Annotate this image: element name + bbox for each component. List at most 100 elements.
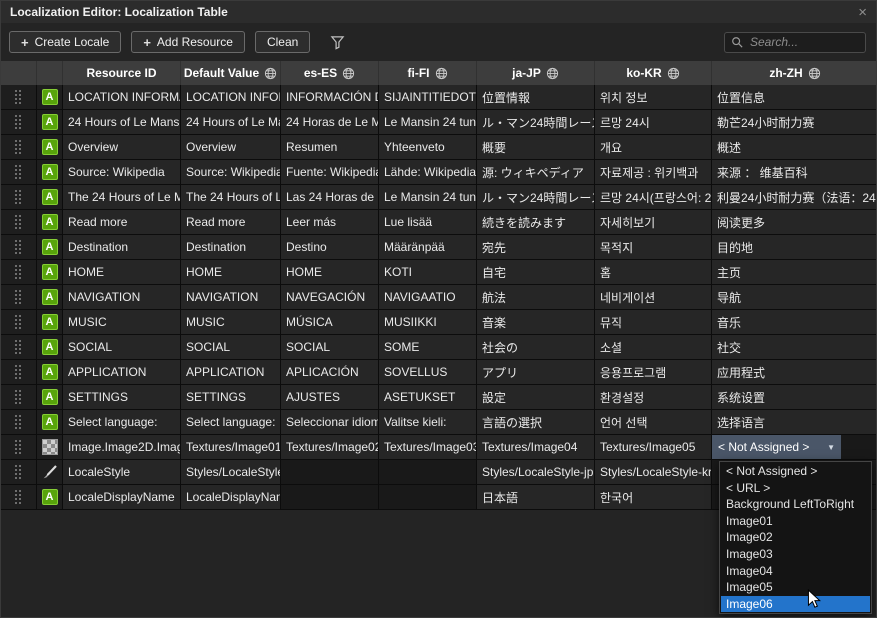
cell-translation[interactable]: 位置信息: [712, 85, 877, 110]
cell-translation[interactable]: NAVIGAATIO: [379, 285, 477, 310]
cell-translation[interactable]: 社交: [712, 335, 877, 360]
cell-translation[interactable]: SIJAINTITIEDOT: [379, 85, 477, 110]
cell-translation[interactable]: 应用程式: [712, 360, 877, 385]
row-drag-handle[interactable]: [1, 135, 37, 160]
search-input[interactable]: [748, 34, 859, 50]
cell-translation[interactable]: Styles/LocaleStyle-jp: [477, 460, 595, 485]
row-drag-handle[interactable]: [1, 235, 37, 260]
cell-translation[interactable]: SOVELLUS: [379, 360, 477, 385]
cell-translation[interactable]: Destino: [281, 235, 379, 260]
cell-translation[interactable]: Select language:: [181, 410, 281, 435]
cell-translation[interactable]: 概述: [712, 135, 877, 160]
cell-translation[interactable]: 宛先: [477, 235, 595, 260]
cell-translation[interactable]: SOCIAL: [181, 335, 281, 360]
row-drag-handle[interactable]: [1, 485, 37, 510]
cell-translation[interactable]: Fuente: Wikipedia: [281, 160, 379, 185]
row-drag-handle[interactable]: [1, 210, 37, 235]
cell-resource-id[interactable]: Source: Wikipedia: [63, 160, 181, 185]
row-drag-handle[interactable]: [1, 410, 37, 435]
cell-translation[interactable]: Las 24 Horas de Le Mans: [281, 185, 379, 210]
row-drag-handle[interactable]: [1, 185, 37, 210]
cell-translation[interactable]: 24 Horas de Le Mans: [281, 110, 379, 135]
cell-translation[interactable]: Textures/Image05: [595, 435, 712, 460]
cell-translation[interactable]: 主页: [712, 260, 877, 285]
column-header-zh-zh[interactable]: zh-ZH: [712, 61, 877, 85]
dropdown-option[interactable]: Image06: [721, 596, 870, 613]
cell-translation[interactable]: Textures/Image01: [181, 435, 281, 460]
cell-translation[interactable]: 続きを読みます: [477, 210, 595, 235]
cell-resource-id[interactable]: HOME: [63, 260, 181, 285]
dropdown-option[interactable]: Image02: [721, 529, 870, 546]
cell-translation[interactable]: MÚSICA: [281, 310, 379, 335]
row-drag-handle[interactable]: [1, 285, 37, 310]
cell-translation[interactable]: SETTINGS: [181, 385, 281, 410]
cell-translation[interactable]: 한국어: [595, 485, 712, 510]
cell-resource-id[interactable]: Image.Image2D.ImageSource: [63, 435, 181, 460]
filter-button[interactable]: [330, 35, 345, 50]
close-icon[interactable]: ×: [858, 5, 867, 20]
cell-translation[interactable]: 勒芒24小时耐力赛: [712, 110, 877, 135]
cell-translation[interactable]: 네비게이션: [595, 285, 712, 310]
cell-resource-id[interactable]: SETTINGS: [63, 385, 181, 410]
cell-translation[interactable]: 位置情報: [477, 85, 595, 110]
row-drag-handle[interactable]: [1, 335, 37, 360]
cell-translation[interactable]: AJUSTES: [281, 385, 379, 410]
cell-translation[interactable]: SOME: [379, 335, 477, 360]
cell-resource-id[interactable]: The 24 Hours of Le Mans: [63, 185, 181, 210]
cell-resource-id[interactable]: LocaleStyle: [63, 460, 181, 485]
cell-translation[interactable]: APPLICATION: [181, 360, 281, 385]
row-drag-handle[interactable]: [1, 85, 37, 110]
cell-translation[interactable]: MUSIIKKI: [379, 310, 477, 335]
cell-translation[interactable]: Yhteenveto: [379, 135, 477, 160]
dropdown-option[interactable]: < Not Assigned >: [721, 463, 870, 480]
cell-translation[interactable]: 音乐: [712, 310, 877, 335]
row-drag-handle[interactable]: [1, 435, 37, 460]
dropdown-option[interactable]: Background LeftToRight: [721, 496, 870, 513]
add-resource-button[interactable]: + Add Resource: [131, 31, 245, 53]
cell-translation[interactable]: [281, 485, 379, 510]
row-drag-handle[interactable]: [1, 260, 37, 285]
cell-translation[interactable]: [281, 460, 379, 485]
cell-translation[interactable]: HOME: [281, 260, 379, 285]
cell-translation[interactable]: LOCATION INFORMATION: [181, 85, 281, 110]
row-drag-handle[interactable]: [1, 160, 37, 185]
cell-translation[interactable]: 航法: [477, 285, 595, 310]
cell-translation[interactable]: 来源 ： 维基百科: [712, 160, 877, 185]
cell-translation[interactable]: MUSIC: [181, 310, 281, 335]
cell-translation[interactable]: SOCIAL: [281, 335, 379, 360]
cell-translation[interactable]: 日本語: [477, 485, 595, 510]
cell-translation[interactable]: 르망 24시(프랑스어: 24 Heures: [595, 185, 712, 210]
cell-translation[interactable]: Read more: [181, 210, 281, 235]
cell-translation[interactable]: Destination: [181, 235, 281, 260]
cell-resource-id[interactable]: Overview: [63, 135, 181, 160]
cell-translation[interactable]: 阅读更多: [712, 210, 877, 235]
cell-translation[interactable]: Textures/Image04: [477, 435, 595, 460]
cell-translation[interactable]: 源: ウィキペディア: [477, 160, 595, 185]
cell-translation[interactable]: Source: Wikipedia: [181, 160, 281, 185]
cell-translation[interactable]: 홈: [595, 260, 712, 285]
cell-translation[interactable]: 音楽: [477, 310, 595, 335]
cell-translation[interactable]: Lähde: Wikipedia: [379, 160, 477, 185]
cell-translation[interactable]: Seleccionar idioma:: [281, 410, 379, 435]
cell-translation[interactable]: 언어 선택: [595, 410, 712, 435]
cell-translation[interactable]: HOME: [181, 260, 281, 285]
row-drag-handle[interactable]: [1, 110, 37, 135]
cell-translation[interactable]: 르망 24시: [595, 110, 712, 135]
row-drag-handle[interactable]: [1, 310, 37, 335]
row-drag-handle[interactable]: [1, 460, 37, 485]
cell-resource-id[interactable]: MUSIC: [63, 310, 181, 335]
cell-translation[interactable]: 設定: [477, 385, 595, 410]
cell-translation[interactable]: LocaleDisplayName: [181, 485, 281, 510]
cell-translation[interactable]: 24 Hours of Le Mans: [181, 110, 281, 135]
row-drag-handle[interactable]: [1, 360, 37, 385]
dropdown-option[interactable]: < URL >: [721, 480, 870, 497]
column-header-ja-jp[interactable]: ja-JP: [477, 61, 595, 85]
cell-translation[interactable]: 자세히보기: [595, 210, 712, 235]
cell-translation[interactable]: INFORMACIÓN DE UBICACIÓN: [281, 85, 379, 110]
cell-translation[interactable]: Le Mansin 24 tunnin ajo: [379, 185, 477, 210]
cell-translation[interactable]: ル・マン24時間レース: [477, 110, 595, 135]
cell-translation[interactable]: 소셜: [595, 335, 712, 360]
cell-resource-id[interactable]: Read more: [63, 210, 181, 235]
column-header-ko-kr[interactable]: ko-KR: [595, 61, 712, 85]
cell-translation[interactable]: アプリ: [477, 360, 595, 385]
